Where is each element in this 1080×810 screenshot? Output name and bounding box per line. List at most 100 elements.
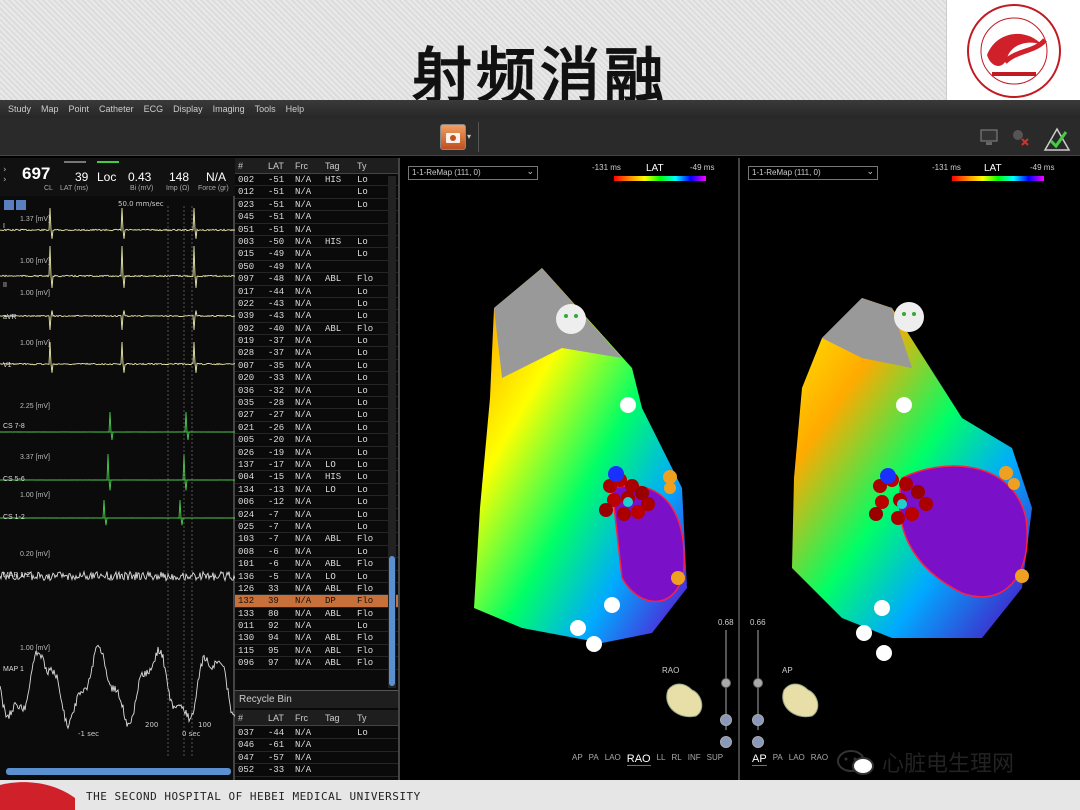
menu-display[interactable]: Display xyxy=(173,104,203,114)
rb-col-lat[interactable]: LAT xyxy=(265,710,292,725)
col-tag[interactable]: Tag xyxy=(322,158,354,173)
orient-lao[interactable]: LAO xyxy=(789,753,805,766)
table-row[interactable]: 020 -33 N/A Lo xyxy=(235,372,398,385)
table-row[interactable]: 051 -51 N/A xyxy=(235,224,398,236)
rb-col-tag[interactable]: Tag xyxy=(322,710,354,725)
opacity-slider-thumb[interactable] xyxy=(753,678,763,688)
map-view-ap[interactable]: 1-1-ReMap (111, 0) -131 ms LAT -49 ms xyxy=(742,158,1080,780)
monitor-icon[interactable] xyxy=(978,126,1002,148)
table-row[interactable]: 097 -48 N/A ABL Flo xyxy=(235,273,398,286)
orient-rao[interactable]: RAO xyxy=(626,753,651,766)
table-row[interactable]: 011 92 N/A Lo xyxy=(235,620,398,633)
rb-col-number[interactable]: # xyxy=(235,710,265,725)
recycle-row[interactable]: 052 -33 N/A xyxy=(235,764,398,777)
orient-rl[interactable]: RL xyxy=(672,753,682,766)
table-row[interactable]: 022 -43 N/A Lo xyxy=(235,298,398,311)
col-number[interactable]: # xyxy=(235,158,265,173)
menu-map[interactable]: Map xyxy=(41,104,59,114)
rotate-reset-button[interactable] xyxy=(752,736,764,748)
table-row[interactable]: 005 -20 N/A Lo xyxy=(235,434,398,447)
orient-sup[interactable]: SUP xyxy=(707,753,723,766)
caret-icon[interactable]: › xyxy=(3,175,7,185)
table-row[interactable]: 045 -51 N/A xyxy=(235,211,398,224)
menu-help[interactable]: Help xyxy=(286,104,305,114)
orient-pa[interactable]: PA xyxy=(773,753,783,766)
orient-ll[interactable]: LL xyxy=(657,753,666,766)
table-row[interactable]: 130 94 N/A ABL Flo xyxy=(235,632,398,645)
menu-imaging[interactable]: Imaging xyxy=(213,104,245,114)
snapshot-button[interactable] xyxy=(440,124,466,150)
cell-tag xyxy=(322,335,354,346)
table-row[interactable]: 007 -35 N/A Lo xyxy=(235,360,398,373)
caret-icon[interactable]: › xyxy=(3,165,7,175)
table-row[interactable]: 133 80 N/A ABL Flo xyxy=(235,608,398,621)
table-row[interactable]: 115 95 N/A ABL Flo xyxy=(235,645,398,658)
table-row[interactable]: 101 -6 N/A ABL Flo xyxy=(235,558,398,571)
table-row[interactable]: 035 -28 N/A Lo xyxy=(235,397,398,410)
col-type[interactable]: Ty xyxy=(354,158,376,173)
hospital-logo xyxy=(946,0,1080,102)
table-row[interactable]: 017 -44 N/A Lo xyxy=(235,286,398,298)
checkmark-triangle-icon[interactable] xyxy=(1042,126,1072,152)
table-row[interactable]: 028 -37 N/A Lo xyxy=(235,347,398,360)
orient-pa[interactable]: PA xyxy=(589,753,599,766)
table-row[interactable]: 025 -7 N/A Lo xyxy=(235,521,398,534)
orient-inf[interactable]: INF xyxy=(688,753,701,766)
rb-col-type[interactable]: Ty xyxy=(354,710,376,725)
orient-ap[interactable]: AP xyxy=(572,753,583,766)
cell-tag xyxy=(322,764,354,775)
opacity-slider-thumb[interactable] xyxy=(721,678,731,688)
menu-tools[interactable]: Tools xyxy=(255,104,276,114)
cell-lat: -48 xyxy=(268,274,285,285)
table-row[interactable]: 050 -49 N/A xyxy=(235,261,398,274)
table-row[interactable]: 023 -51 N/A Lo xyxy=(235,199,398,212)
table-row[interactable]: 019 -37 N/A Lo xyxy=(235,335,398,348)
map-select-dropdown[interactable]: 1-1-ReMap (111, 0) xyxy=(748,165,878,180)
table-row[interactable]: 039 -43 N/A Lo xyxy=(235,310,398,323)
table-row[interactable]: 024 -7 N/A Lo xyxy=(235,509,398,521)
table-row[interactable]: 103 -7 N/A ABL Flo xyxy=(235,533,398,546)
table-row[interactable]: 008 -6 N/A Lo xyxy=(235,546,398,559)
table-row[interactable]: 136 -5 N/A LO Lo xyxy=(235,571,398,583)
table-row[interactable]: 026 -19 N/A Lo xyxy=(235,447,398,459)
user-remove-icon[interactable] xyxy=(1008,126,1032,148)
col-force[interactable]: Frc xyxy=(292,158,322,173)
table-row[interactable]: 137 -17 N/A LO Lo xyxy=(235,459,398,472)
table-row[interactable]: 132 39 N/A DP Flo xyxy=(235,595,398,608)
rotate-down-button[interactable] xyxy=(720,714,732,726)
orient-lao[interactable]: LAO xyxy=(605,753,621,766)
table-scrollbar[interactable] xyxy=(388,176,396,688)
table-row[interactable]: 126 33 N/A ABL Flo xyxy=(235,583,398,596)
table-row[interactable]: 027 -27 N/A Lo xyxy=(235,409,398,422)
table-row[interactable]: 036 -32 N/A Lo xyxy=(235,385,398,398)
table-row[interactable]: 096 97 N/A ABL Flo xyxy=(235,657,398,670)
recycle-row[interactable]: 046 -61 N/A xyxy=(235,739,398,752)
table-row[interactable]: 092 -40 N/A ABL Flo xyxy=(235,323,398,336)
menu-ecg[interactable]: ECG xyxy=(144,104,164,114)
table-row[interactable]: 021 -26 N/A Lo xyxy=(235,422,398,435)
table-row[interactable]: 134 -13 N/A LO Lo xyxy=(235,484,398,497)
recycle-row[interactable]: 047 -57 N/A xyxy=(235,752,398,765)
rotate-reset-button[interactable] xyxy=(720,736,732,748)
rb-col-force[interactable]: Frc xyxy=(292,710,322,725)
ecg-horizontal-scrollbar[interactable] xyxy=(6,768,231,775)
table-row[interactable]: 012 -51 N/A Lo xyxy=(235,186,398,199)
table-row[interactable]: 003 -50 N/A HIS Lo xyxy=(235,236,398,249)
table-row[interactable]: 002 -51 N/A HIS Lo xyxy=(235,174,398,187)
orient-ap[interactable]: AP xyxy=(752,753,767,766)
lat-scale-title: LAT xyxy=(984,163,1002,174)
orient-rao[interactable]: RAO xyxy=(811,753,828,766)
table-row[interactable]: 004 -15 N/A HIS Lo xyxy=(235,471,398,484)
recycle-row[interactable]: 037 -44 N/A Lo xyxy=(235,727,398,740)
map-select-dropdown[interactable]: 1-1-ReMap (111, 0) xyxy=(408,165,538,180)
scroll-thumb[interactable] xyxy=(389,556,395,686)
menu-catheter[interactable]: Catheter xyxy=(99,104,134,114)
col-lat[interactable]: LAT xyxy=(265,158,292,173)
table-row[interactable]: 006 -12 N/A Lo xyxy=(235,496,398,509)
table-row[interactable]: 015 -49 N/A Lo xyxy=(235,248,398,261)
map-view-rao[interactable]: 1-1-ReMap (111, 0) -131 ms LAT -49 ms xyxy=(402,158,740,780)
rotate-down-button[interactable] xyxy=(752,714,764,726)
menu-point[interactable]: Point xyxy=(69,104,90,114)
chevron-down-icon[interactable]: ▾ xyxy=(467,132,471,141)
menu-study[interactable]: Study xyxy=(8,104,31,114)
